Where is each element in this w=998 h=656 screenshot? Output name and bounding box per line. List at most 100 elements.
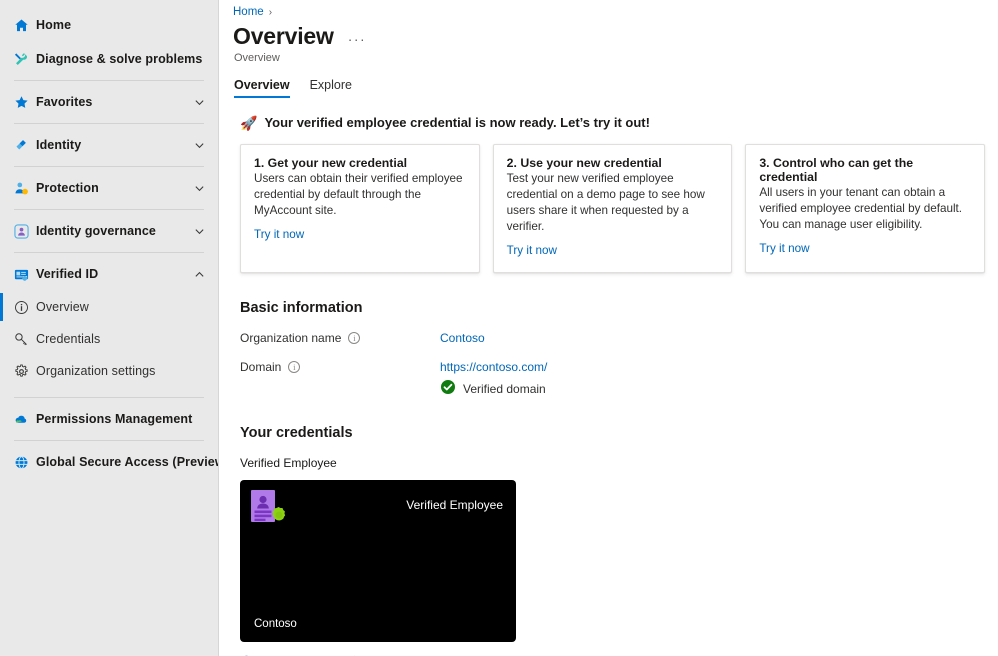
card-title: 1. Get your new credential <box>254 156 408 170</box>
breadcrumb: Home › <box>219 0 998 18</box>
breadcrumb-home-link[interactable]: Home <box>233 6 264 18</box>
sidebar-item-permissions-management[interactable]: Permissions Management <box>0 402 218 436</box>
verified-domain-text: Verified domain <box>463 381 546 396</box>
sidebar-item-global-secure-access[interactable]: Global Secure Access (Preview) <box>0 445 218 479</box>
chevron-up-icon[interactable] <box>190 269 208 280</box>
sidebar-divider <box>14 166 204 167</box>
chevron-down-icon[interactable] <box>190 140 208 151</box>
sidebar-item-label: Overview <box>36 300 89 314</box>
verified-employee-badge-icon <box>249 489 291 531</box>
ready-banner: 🚀 Your verified employee credential is n… <box>240 115 985 130</box>
card-control-who-can-get-credential: 3. Control who can get the credential Al… <box>745 144 986 274</box>
organization-name-value-wrap: Contoso <box>440 331 485 345</box>
sidebar-divider <box>14 440 204 441</box>
sidebar-item-label: Global Secure Access (Preview) <box>36 455 219 469</box>
sidebar-item-label: Identity <box>36 138 82 152</box>
tab-overview[interactable]: Overview <box>234 78 290 98</box>
identity-governance-icon <box>6 223 36 239</box>
rocket-icon: 🚀 <box>240 114 258 131</box>
check-circle-icon <box>440 379 456 398</box>
identity-icon <box>6 138 36 153</box>
card-body: All users in your tenant can obtain a ve… <box>759 186 963 232</box>
globe-icon <box>6 455 36 470</box>
credential-card[interactable]: Verified Employee Contoso <box>240 480 516 643</box>
organization-name-label: Organization name <box>240 331 342 346</box>
domain-value-wrap: https://contoso.com/ Verified domain <box>440 360 547 398</box>
chevron-down-icon[interactable] <box>190 183 208 194</box>
try-it-now-link[interactable]: Try it now <box>507 244 557 257</box>
sidebar: Home Diagnose & solve problems Favorites <box>0 0 219 656</box>
sidebar-item-identity[interactable]: Identity <box>0 128 218 162</box>
star-icon <box>6 95 36 110</box>
sidebar-item-label: Home <box>36 18 72 32</box>
sidebar-divider <box>14 397 204 398</box>
more-options-icon[interactable]: ··· <box>348 32 367 46</box>
chevron-down-icon[interactable] <box>190 226 208 237</box>
wrench-icon <box>6 52 36 67</box>
card-title: 3. Control who can get the credential <box>759 156 914 184</box>
domain-row: Domain i https://contoso.com/ Verified d… <box>240 360 985 398</box>
sidebar-item-label: Identity governance <box>36 224 156 238</box>
sidebar-item-label: Diagnose & solve problems <box>36 52 203 66</box>
card-body: Users can obtain their verified employee… <box>254 172 463 218</box>
main-content: Home › Overview ··· Overview Overview Ex… <box>219 0 998 656</box>
basic-information-heading: Basic information <box>240 300 363 317</box>
sidebar-divider <box>14 209 204 210</box>
tab-explore[interactable]: Explore <box>310 78 352 98</box>
sidebar-divider <box>14 252 204 253</box>
domain-link[interactable]: https://contoso.com/ <box>440 360 547 374</box>
ready-banner-text: Your verified employee credential is now… <box>264 115 650 130</box>
info-icon[interactable]: i <box>288 361 301 374</box>
sidebar-item-label: Credentials <box>36 332 101 346</box>
card-title: 2. Use your new credential <box>506 156 662 170</box>
sidebar-item-home[interactable]: Home <box>0 8 218 42</box>
cloud-icon <box>6 412 36 427</box>
sidebar-item-label: Verified ID <box>36 267 99 281</box>
sidebar-item-protection[interactable]: Protection <box>0 171 218 205</box>
sidebar-item-label: Favorites <box>36 95 93 109</box>
sidebar-item-identity-governance[interactable]: Identity governance <box>0 214 218 248</box>
title-row: Overview ··· <box>219 18 998 50</box>
your-credentials-heading: Your credentials <box>240 425 353 442</box>
credential-card-issuer: Contoso <box>254 618 297 631</box>
card-body: Test your new verified employee credenti… <box>506 172 705 234</box>
chevron-down-icon[interactable] <box>190 97 208 108</box>
info-circle-icon <box>6 300 36 315</box>
sidebar-item-overview[interactable]: Overview <box>0 291 218 323</box>
domain-verified-status: Verified domain <box>440 379 547 398</box>
getting-started-cards: 1. Get your new credential Users can obt… <box>240 144 986 274</box>
home-icon <box>6 18 36 33</box>
sidebar-item-organization-settings[interactable]: Organization settings <box>0 355 218 387</box>
gear-icon <box>6 363 36 379</box>
try-it-now-link[interactable]: Try it now <box>254 228 304 241</box>
tab-bar: Overview Explore <box>219 64 998 98</box>
card-use-new-credential: 2. Use your new credential Test your new… <box>492 144 733 274</box>
verified-id-icon <box>6 267 36 282</box>
sidebar-item-credentials[interactable]: Credentials <box>0 323 218 355</box>
info-icon[interactable]: i <box>348 332 361 345</box>
sidebar-divider <box>14 123 204 124</box>
domain-label: Domain <box>240 360 282 375</box>
sidebar-item-label: Organization settings <box>36 364 156 378</box>
try-it-now-link[interactable]: Try it now <box>759 242 809 255</box>
key-icon <box>6 332 36 347</box>
sidebar-item-label: Protection <box>36 181 99 195</box>
credential-name-label: Verified Employee <box>240 456 337 471</box>
organization-name-label-wrap: Organization name i <box>240 331 440 345</box>
page-subtitle: Overview <box>234 52 280 64</box>
breadcrumb-separator-icon: › <box>268 6 273 18</box>
protection-icon <box>6 181 36 196</box>
organization-name-link[interactable]: Contoso <box>440 331 485 345</box>
sidebar-item-label: Permissions Management <box>36 412 193 426</box>
credential-card-title: Verified Employee <box>406 498 503 513</box>
page-title: Overview <box>233 23 334 49</box>
sidebar-item-favorites[interactable]: Favorites <box>0 85 218 119</box>
portal-root: Home Diagnose & solve problems Favorites <box>0 0 998 656</box>
sidebar-item-verified-id[interactable]: Verified ID <box>0 257 218 291</box>
sidebar-divider <box>14 80 204 81</box>
content-area: 🚀 Your verified employee credential is n… <box>219 98 998 656</box>
card-get-new-credential: 1. Get your new credential Users can obt… <box>240 144 480 274</box>
sidebar-item-diagnose-solve-problems[interactable]: Diagnose & solve problems <box>0 42 218 76</box>
domain-label-wrap: Domain i <box>240 360 440 374</box>
organization-name-row: Organization name i Contoso <box>240 331 985 345</box>
